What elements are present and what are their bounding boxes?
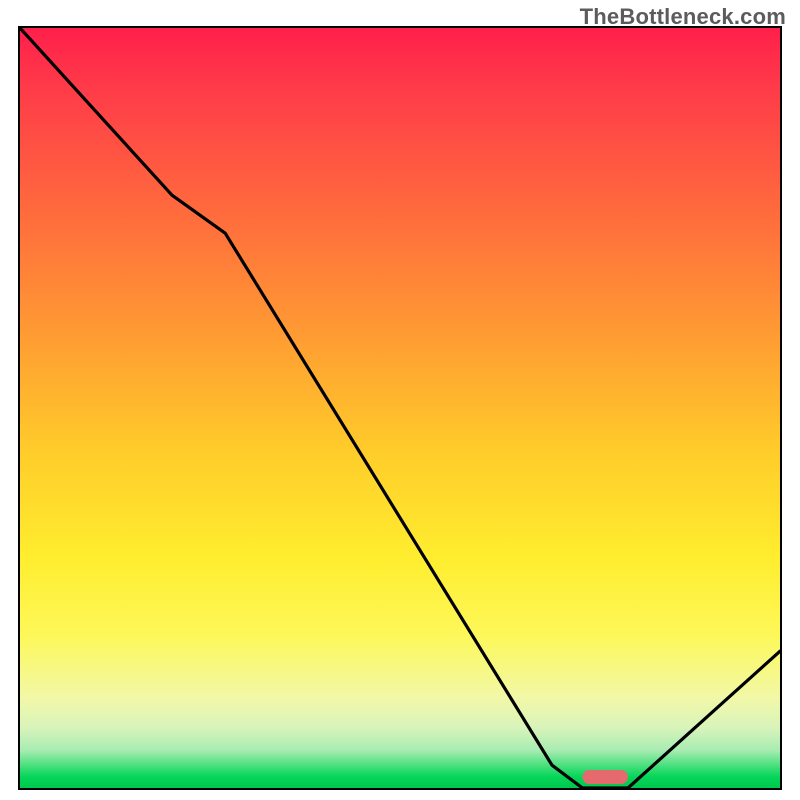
chart-frame [18,26,782,790]
bottleneck-curve [20,28,780,788]
chart-svg [20,28,780,788]
minimum-marker [582,770,628,784]
